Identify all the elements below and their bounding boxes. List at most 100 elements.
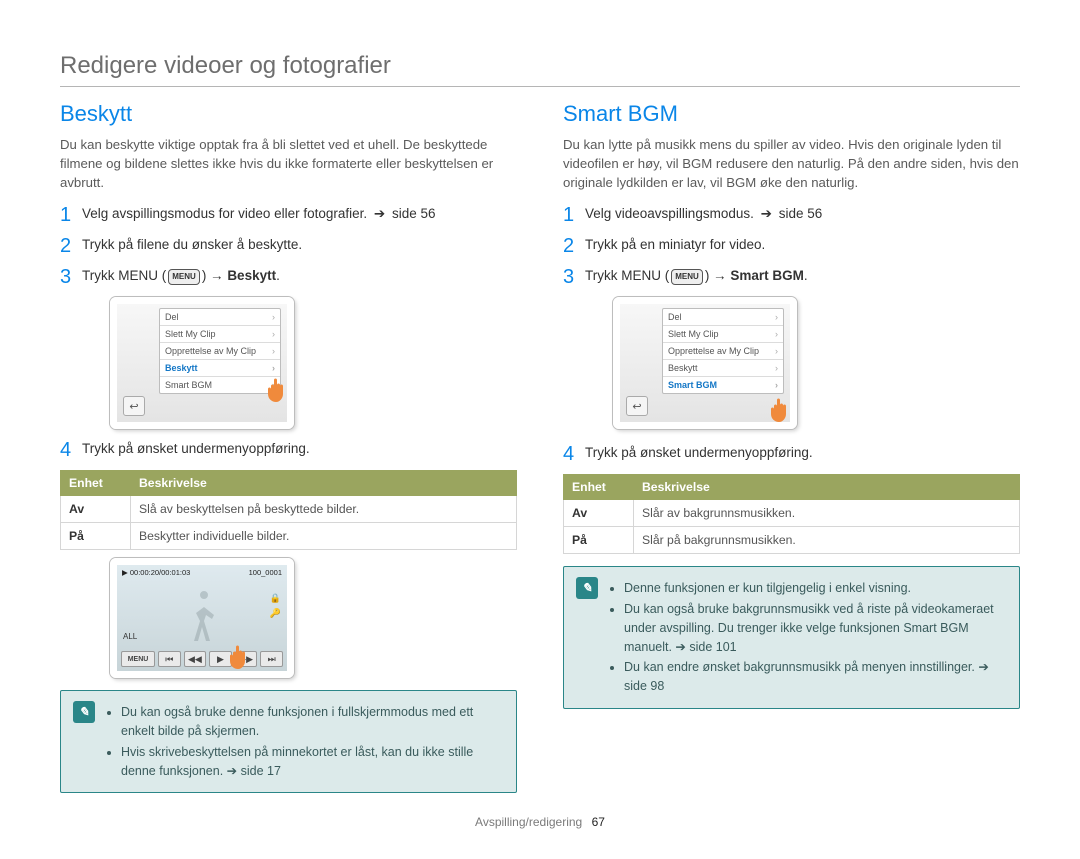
options-table: EnhetBeskrivelse AvSlå av beskyttelsen p… (60, 470, 517, 550)
device-menu-screenshot: Del › Slett My Clip› Opprettelse av My Cl… (110, 297, 294, 429)
playback-time: ▶ 00:00:20/00:01:03 (122, 568, 190, 577)
steps-left: 1 Velg avspillingsmodus for video eller … (60, 204, 517, 289)
chevron-right-icon: › (775, 380, 778, 390)
menu-item-label: Slett My Clip (668, 329, 719, 339)
chevron-right-icon: › (272, 346, 275, 356)
steps-left-2: 4 Trykk på ønsket undermenyoppføring. (60, 439, 517, 462)
menu-item[interactable]: Beskytt › (663, 360, 783, 377)
menu-item[interactable]: Del › (160, 309, 280, 326)
step-bold: Beskytt (227, 268, 276, 283)
key-icon: 🔑 (270, 608, 281, 619)
menu-item-label: Del (668, 312, 682, 322)
step-end: . (276, 268, 280, 283)
step-text: Trykk på en miniatyr for video. (585, 235, 765, 255)
th-beskrivelse: Beskrivelse (634, 475, 1020, 500)
step-prefix: Trykk MENU ( (585, 268, 669, 283)
step-text: Trykk på ønsket undermenyoppføring. (82, 439, 310, 459)
menu-badge: MENU (671, 269, 703, 285)
note-item: Denne funksjonen er kun tilgjengelig i e… (624, 579, 1007, 598)
cell-val: Slår på bakgrunnsmusikken. (634, 527, 1020, 554)
lead-smart-bgm: Du kan lytte på musikk mens du spiller a… (563, 135, 1020, 192)
menu-item-label: Del (165, 312, 179, 322)
menu-panel: Del› Slett My Clip› Opprettelse av My Cl… (662, 308, 784, 394)
steps-right: 1 Velg videoavspillingsmodus. ➔ side 56 … (563, 204, 1020, 289)
step-text: Velg videoavspillingsmodus. ➔ side 56 (585, 204, 822, 224)
step-number: 3 (60, 266, 82, 289)
pointer-hand-icon (764, 390, 800, 426)
step-suffix: side 56 (392, 206, 436, 221)
step-text: Trykk på ønsket undermenyoppføring. (585, 443, 813, 463)
chevron-right-icon: › (272, 312, 275, 322)
arrow-icon: ➔ (761, 206, 772, 222)
menu-item[interactable]: Slett My Clip› (663, 326, 783, 343)
heading-smart-bgm: Smart BGM (563, 101, 1020, 127)
note-item: Du kan også bruke bakgrunnsmusikk ved å … (624, 600, 1007, 656)
lead-beskytt: Du kan beskytte viktige opptak fra å bli… (60, 135, 517, 192)
th-enhet: Enhet (61, 471, 131, 496)
menu-item-label: Opprettelse av My Clip (668, 346, 759, 356)
step-number: 2 (563, 235, 585, 258)
step-suffix: side 56 (779, 206, 823, 221)
th-enhet: Enhet (564, 475, 634, 500)
col-beskytt: Beskytt Du kan beskytte viktige opptak f… (60, 97, 517, 793)
arrow-icon: ➔ (374, 206, 385, 222)
steps-right-2: 4 Trykk på ønsket undermenyoppføring. (563, 443, 1020, 466)
note-icon: ✎ (576, 577, 598, 599)
step-mid: ) → (202, 268, 228, 283)
cell-key: Av (564, 500, 634, 527)
step-text: Velg avspillingsmodus for video eller fo… (82, 204, 436, 224)
menu-item[interactable]: Opprettelse av My Clip› (160, 343, 280, 360)
cell-val: Slå av beskyttelsen på beskyttede bilder… (131, 496, 517, 523)
step-number: 1 (60, 204, 82, 227)
step-body: Velg videoavspillingsmodus. (585, 206, 754, 221)
step-prefix: Trykk MENU ( (82, 268, 166, 283)
cell-key: På (564, 527, 634, 554)
options-table: EnhetBeskrivelse AvSlår av bakgrunnsmusi… (563, 474, 1020, 554)
note-box: ✎ Denne funksjonen er kun tilgjengelig i… (563, 566, 1020, 709)
rewind-button[interactable]: ◀◀ (184, 651, 207, 667)
lock-icon: 🔒 (270, 593, 281, 604)
prev-button[interactable]: ⏮ (158, 651, 181, 667)
chevron-right-icon: › (272, 329, 275, 339)
step-text: Trykk MENU (MENU) → Smart BGM. (585, 266, 808, 286)
th-beskrivelse: Beskrivelse (131, 471, 517, 496)
menu-item[interactable]: Slett My Clip› (160, 326, 280, 343)
step-end: . (804, 268, 808, 283)
menu-item-label: Beskytt (668, 363, 698, 373)
step-body: Velg avspillingsmodus for video eller fo… (82, 206, 367, 221)
menu-item[interactable]: Opprettelse av My Clip› (663, 343, 783, 360)
menu-badge: MENU (168, 269, 200, 285)
cell-key: På (61, 523, 131, 550)
footer-section: Avspilling/redigering (475, 815, 582, 829)
note-box: ✎ Du kan også bruke denne funksjonen i f… (60, 690, 517, 793)
playback-status-icons: 🔒 🔑 (270, 593, 281, 619)
menu-item[interactable]: Del › (663, 309, 783, 326)
chevron-right-icon: › (775, 312, 778, 322)
cell-key: Av (61, 496, 131, 523)
playback-screenshot: ▶ 00:00:20/00:01:03 100_0001 🔒 🔑 ALL MEN… (110, 558, 294, 678)
note-icon: ✎ (73, 701, 95, 723)
col-smart-bgm: Smart BGM Du kan lytte på musikk mens du… (563, 97, 1020, 793)
step-number: 4 (563, 443, 585, 466)
cell-val: Slår av bakgrunnsmusikken. (634, 500, 1020, 527)
pointer-hand-icon (261, 370, 297, 406)
device-menu-screenshot: Del› Slett My Clip› Opprettelse av My Cl… (613, 297, 797, 429)
step-number: 4 (60, 439, 82, 462)
play-all-badge: ALL (123, 632, 137, 641)
cell-val: Beskytter individuelle bilder. (131, 523, 517, 550)
step-number: 2 (60, 235, 82, 258)
menu-item-label: Smart BGM (668, 380, 717, 390)
note-item: Hvis skrivebeskyttelsen på minnekortet e… (121, 743, 504, 781)
back-button[interactable]: ↩ (123, 396, 145, 416)
step-text: Trykk MENU (MENU) → Beskytt. (82, 266, 280, 286)
menu-button[interactable]: MENU (121, 651, 155, 667)
next-button[interactable]: ⏭ (260, 651, 283, 667)
menu-item-label: Beskytt (165, 363, 198, 373)
back-button[interactable]: ↩ (626, 396, 648, 416)
page-footer: Avspilling/redigering 67 (60, 815, 1020, 829)
step-number: 1 (563, 204, 585, 227)
footer-page-number: 67 (592, 815, 605, 829)
page-title: Redigere videoer og fotografier (60, 52, 1020, 80)
chevron-right-icon: › (775, 363, 778, 373)
playback-filename: 100_0001 (249, 568, 282, 577)
